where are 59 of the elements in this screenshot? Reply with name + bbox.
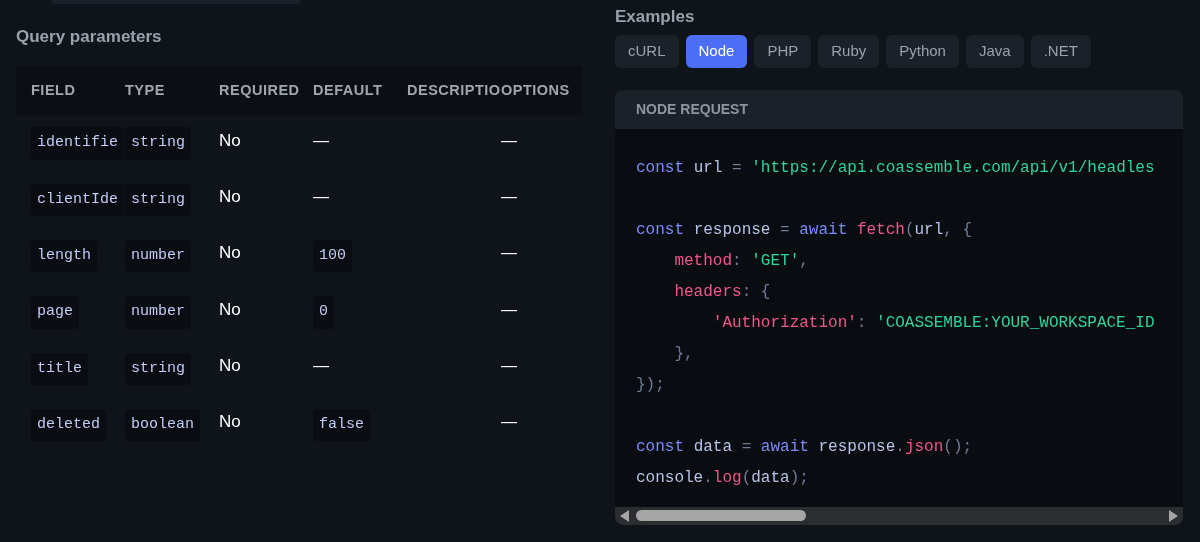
options-value: — [501, 243, 517, 264]
column-header: OPTIONS [501, 80, 571, 100]
default-value: — [313, 186, 329, 207]
language-tab[interactable]: .NET [1030, 34, 1091, 68]
type-label: number [125, 240, 191, 273]
options-value: — [501, 412, 517, 433]
horizontal-scrollbar[interactable] [615, 506, 1183, 525]
column-header: FIELD [31, 80, 77, 100]
type-label: string [125, 127, 191, 160]
type-label: number [125, 296, 191, 329]
code-line: 'Authorization': 'COASSEMBLE:YOUR_WORKSPACE_ID [711, 312, 1155, 334]
scroll-left-icon[interactable] [620, 509, 630, 522]
required-value: No [219, 129, 242, 152]
section-heading: Examples [615, 6, 696, 28]
section-heading: Query parameters [16, 26, 163, 48]
language-tab[interactable]: Python [886, 34, 959, 68]
language-tab[interactable]: cURL [615, 34, 679, 68]
column-header: DESCRIPTIO [407, 80, 501, 100]
default-value: 100 [313, 240, 352, 273]
code-line: const url = 'https://api.coassemble.com/api/v1/headles [636, 157, 1155, 179]
field-name: page [31, 296, 79, 329]
required-value: No [219, 242, 242, 265]
scroll-right-icon[interactable] [1168, 509, 1178, 522]
field-name: length [31, 240, 97, 273]
type-label: boolean [125, 408, 200, 442]
default-value: — [313, 355, 329, 376]
default-value: false [313, 408, 370, 442]
panel-header: NODE REQUEST [615, 89, 1183, 129]
code-line: }); [636, 374, 665, 396]
required-value: No [219, 411, 242, 434]
language-tab[interactable]: Ruby [818, 34, 880, 68]
column-header: TYPE [125, 80, 166, 100]
field-name: deleted [31, 408, 106, 442]
language-tab[interactable]: PHP [754, 34, 812, 68]
field-name: title [31, 352, 88, 386]
required-value: No [219, 298, 242, 321]
language-tab[interactable]: Java [965, 34, 1024, 68]
default-value: — [313, 130, 329, 151]
column-header: DEFAULT [313, 80, 384, 100]
required-value: No [219, 186, 242, 209]
field-name: identifie [31, 127, 124, 160]
code-line: headers: { [673, 281, 771, 303]
scrollbar-thumb[interactable] [636, 510, 806, 521]
column-header: REQUIRED [219, 80, 301, 100]
code-line: method: 'GET', [673, 250, 809, 272]
code-line: const data = await response.json(); [636, 436, 973, 458]
code-line: const response = await fetch(url, { [636, 219, 973, 241]
code-line: console.log(data); [636, 467, 809, 489]
type-label: string [125, 352, 191, 386]
options-value: — [501, 355, 517, 376]
type-label: string [125, 183, 191, 217]
required-value: No [219, 355, 242, 378]
field-name: clientIde [31, 183, 124, 217]
default-value: 0 [313, 296, 334, 329]
options-value: — [501, 299, 517, 320]
options-value: — [501, 186, 517, 207]
language-tab[interactable]: Node [685, 34, 748, 68]
code-line: }, [673, 343, 694, 365]
options-value: — [501, 130, 517, 151]
